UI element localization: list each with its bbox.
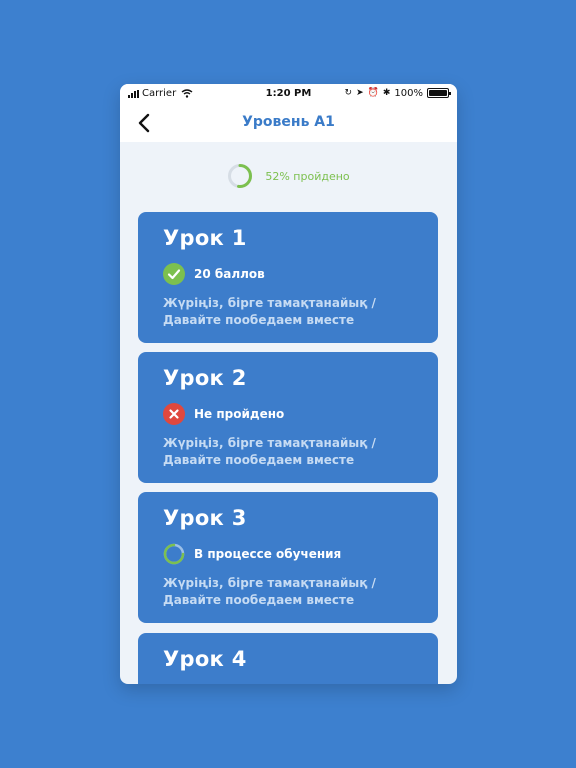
lesson-status: В процессе обучения (163, 543, 341, 565)
check-circle-icon (163, 263, 185, 285)
lesson-status-text: Не пройдено (194, 407, 285, 421)
bluetooth-icon: ✱ (382, 88, 391, 98)
lesson-title: Урок 2 (163, 366, 247, 390)
lesson-description-line: Давайте пообедаем вместе (163, 593, 355, 607)
lesson-card-1[interactable]: Урок 1 20 баллов Жүріңіз, бірге тамақтан… (138, 212, 438, 343)
lesson-description-line: Жүріңіз, бірге тамақтанайық / (163, 296, 376, 310)
navigation-bar: Уровень А1 (120, 104, 457, 142)
alarm-icon: ⏰ (367, 88, 379, 98)
lesson-card-3[interactable]: Урок 3 В процессе обучения Жүріңіз, бірг… (138, 492, 438, 623)
progress-ring-icon (163, 543, 185, 565)
status-bar: Carrier 1:20 PM ↻ ➤ ⏰ ✱ 100% (120, 84, 457, 104)
lesson-status-text: 20 баллов (194, 267, 265, 281)
lesson-title: Урок 1 (163, 226, 247, 250)
status-bar-right: ↻ ➤ ⏰ ✱ 100% (344, 87, 451, 99)
progress-ring-icon (228, 164, 253, 188)
battery-icon (427, 88, 451, 98)
lesson-status: 20 баллов (163, 263, 265, 285)
location-icon: ➤ (356, 88, 364, 98)
x-circle-icon (163, 403, 185, 425)
lesson-description: Жүріңіз, бірге тамақтанайық / Давайте по… (163, 435, 376, 469)
lesson-description-line: Давайте пообедаем вместе (163, 313, 355, 327)
lesson-card-2[interactable]: Урок 2 Не пройдено Жүріңіз, бірге тамақт… (138, 352, 438, 483)
level-progress: 52% пройдено (120, 162, 457, 190)
lesson-card-4[interactable]: Урок 4 (138, 633, 438, 684)
rotation-lock-icon: ↻ (344, 88, 353, 98)
lesson-description: Жүріңіз, бірге тамақтанайық / Давайте по… (163, 575, 376, 609)
lesson-description-line: Жүріңіз, бірге тамақтанайық / (163, 436, 376, 450)
page-title: Уровень А1 (242, 114, 335, 130)
lesson-status: Не пройдено (163, 403, 284, 425)
progress-label: 52% пройдено (265, 169, 350, 183)
lesson-status-text: В процессе обучения (194, 547, 342, 561)
lesson-title: Урок 4 (163, 647, 247, 671)
lesson-description: Жүріңіз, бірге тамақтанайық / Давайте по… (163, 295, 376, 329)
lesson-title: Урок 3 (163, 506, 247, 530)
lesson-description-line: Жүріңіз, бірге тамақтанайық / (163, 576, 376, 590)
battery-percent: 100% (394, 87, 423, 99)
lesson-description-line: Давайте пообедаем вместе (163, 453, 355, 467)
app-screen: Carrier 1:20 PM ↻ ➤ ⏰ ✱ 100% Уровень А1 (120, 84, 457, 684)
